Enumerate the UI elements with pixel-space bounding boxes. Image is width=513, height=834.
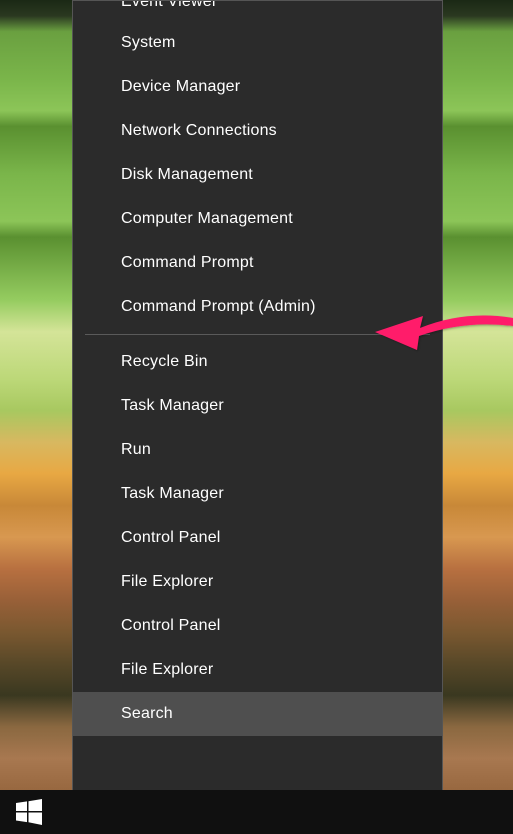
- menu-item-system[interactable]: System: [73, 21, 442, 65]
- menu-separator: [85, 334, 430, 335]
- menu-item-computer-management[interactable]: Computer Management: [73, 197, 442, 241]
- menu-item-search[interactable]: Search: [73, 692, 442, 736]
- taskbar: [0, 790, 513, 834]
- menu-item-task-manager[interactable]: Task Manager: [73, 384, 442, 428]
- menu-item-recycle-bin[interactable]: Recycle Bin: [73, 340, 442, 384]
- menu-item-device-manager[interactable]: Device Manager: [73, 65, 442, 109]
- menu-scroll-area: Event Viewer System Device Manager Netwo…: [73, 1, 442, 799]
- menu-item-disk-management[interactable]: Disk Management: [73, 153, 442, 197]
- menu-item-file-explorer-2[interactable]: File Explorer: [73, 648, 442, 692]
- menu-item-control-panel[interactable]: Control Panel: [73, 516, 442, 560]
- start-button[interactable]: [0, 790, 58, 834]
- menu-item-run[interactable]: Run: [73, 428, 442, 472]
- menu-item-event-viewer[interactable]: Event Viewer: [73, 1, 442, 21]
- winx-menu: Event Viewer System Device Manager Netwo…: [72, 0, 443, 830]
- menu-item-network-connections[interactable]: Network Connections: [73, 109, 442, 153]
- menu-item-file-explorer[interactable]: File Explorer: [73, 560, 442, 604]
- menu-item-command-prompt-admin[interactable]: Command Prompt (Admin): [73, 285, 442, 329]
- windows-logo-icon: [16, 799, 42, 825]
- menu-item-command-prompt[interactable]: Command Prompt: [73, 241, 442, 285]
- menu-item-task-manager-2[interactable]: Task Manager: [73, 472, 442, 516]
- menu-item-control-panel-2[interactable]: Control Panel: [73, 604, 442, 648]
